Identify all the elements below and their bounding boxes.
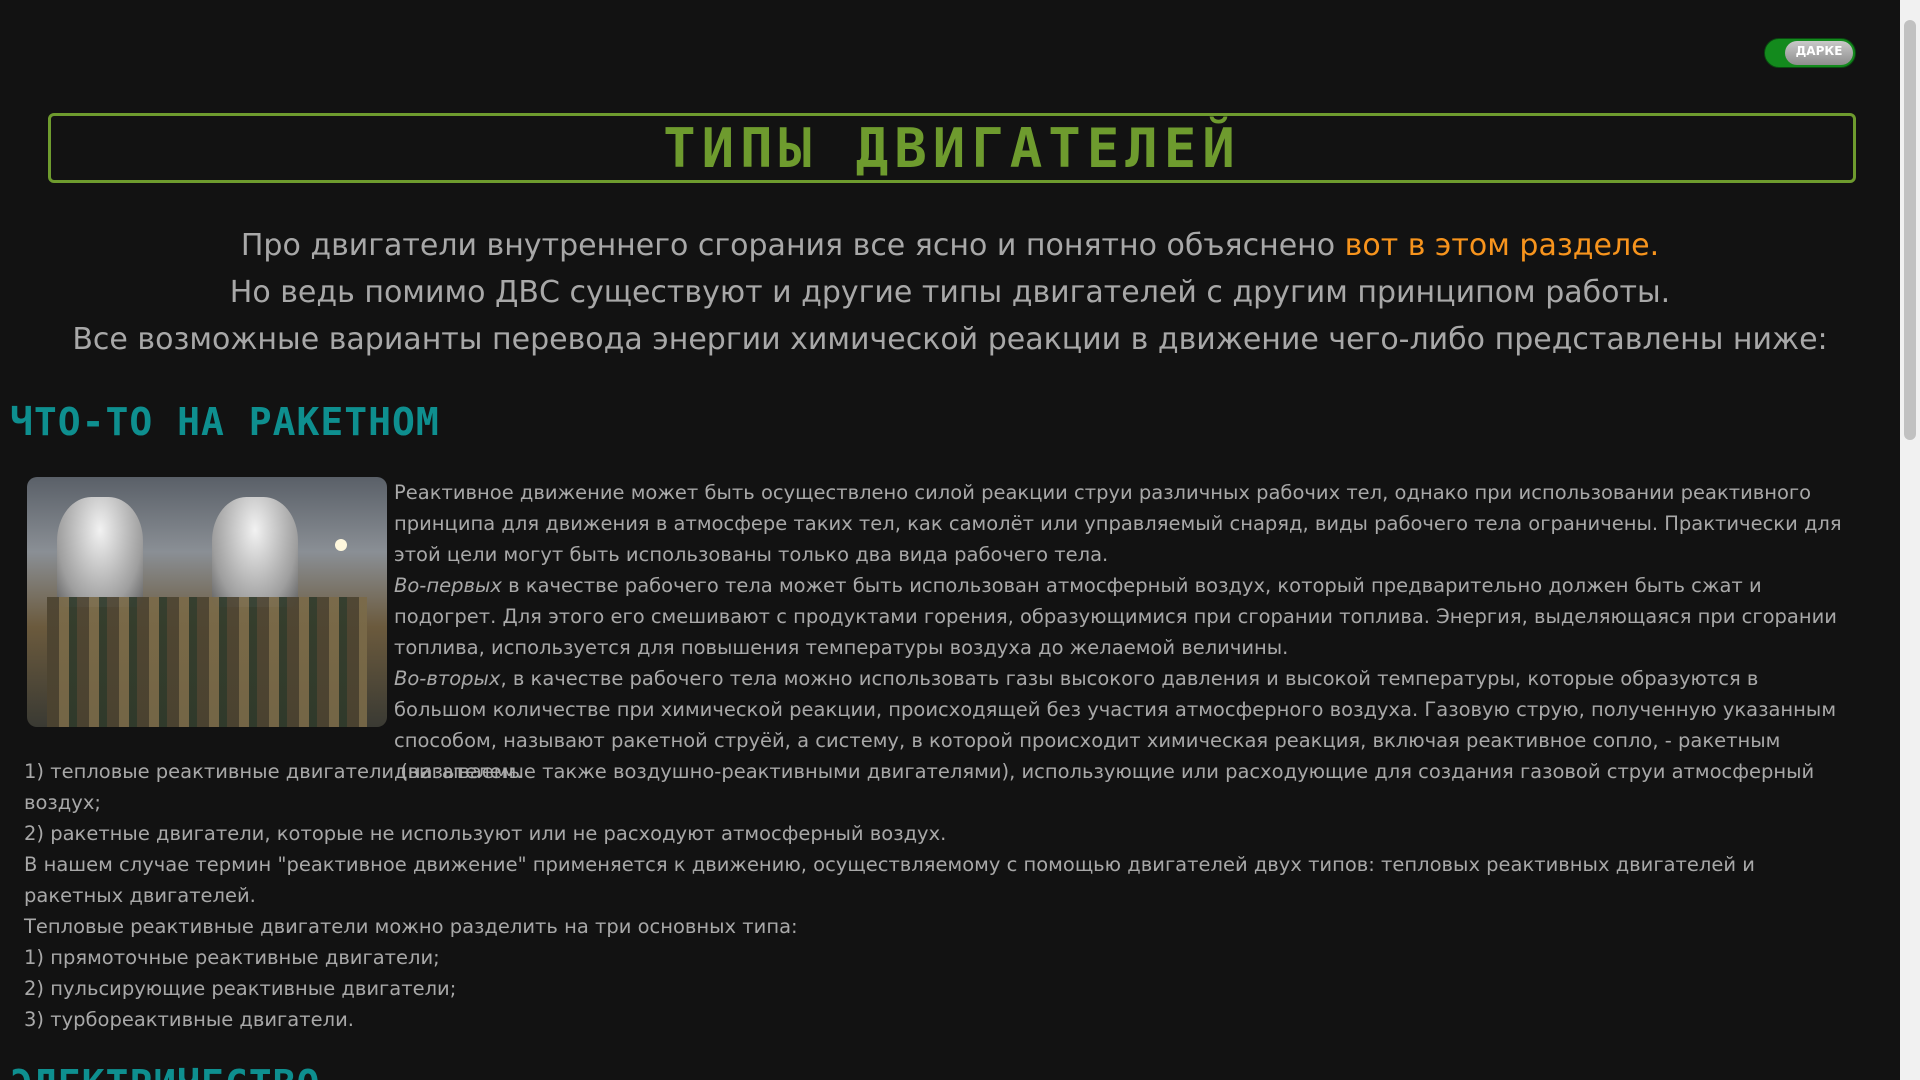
rocket-nozzle-shape <box>212 497 298 607</box>
section-heading-rocket: ЧТО-ТО НА РАКЕТНОМ <box>10 400 440 444</box>
intro-line-1: Про двигатели внутреннего сгорания все я… <box>0 222 1900 269</box>
paragraph: 2) пульсирующие реактивные двигатели; <box>24 977 457 1000</box>
rocket-nozzle-shape <box>57 497 143 607</box>
engine-body-shape <box>47 597 367 727</box>
rocket-text-full: 1) тепловые реактивные двигатели (называ… <box>24 756 1856 1035</box>
paragraph: Во-первых в качестве рабочего тела может… <box>394 570 1856 663</box>
intro-line-1-text: Про двигатели внутреннего сгорания все я… <box>240 228 1345 263</box>
paragraph: 3) турбореактивные двигатели. <box>24 1008 354 1031</box>
rocket-engine-image <box>27 477 387 727</box>
page: ДАРКЕ ТИПЫ ДВИГАТЕЛЕЙ Про двигатели внут… <box>0 0 1900 1080</box>
lamp-shape <box>335 539 347 551</box>
intro-line-2: Но ведь помимо ДВС существуют и другие т… <box>229 275 1671 310</box>
page-title-box: ТИПЫ ДВИГАТЕЛЕЙ <box>48 113 1856 183</box>
ice-section-link[interactable]: вот в этом разделе. <box>1345 228 1659 263</box>
page-title: ТИПЫ ДВИГАТЕЛЕЙ <box>663 116 1241 180</box>
theme-toggle[interactable]: ДАРКЕ <box>1764 38 1856 68</box>
emphasis: Во-первых <box>394 574 502 597</box>
emphasis: Во-вторых <box>394 667 501 690</box>
paragraph: Реактивное движение может быть осуществл… <box>394 481 1842 566</box>
theme-toggle-label: ДАРКЕ <box>1785 41 1853 65</box>
paragraph-text: в качестве рабочего тела может быть испо… <box>394 574 1837 659</box>
rocket-text-wrapped: Реактивное движение может быть осуществл… <box>394 477 1856 787</box>
paragraph: 1) прямоточные реактивные двигатели; <box>24 946 440 969</box>
paragraph: 2) ракетные двигатели, которые не исполь… <box>24 822 947 845</box>
paragraph: 1) тепловые реактивные двигатели (называ… <box>24 760 1815 814</box>
intro: Про двигатели внутреннего сгорания все я… <box>0 222 1900 363</box>
intro-line-3: Все возможные варианты перевода энергии … <box>72 322 1828 357</box>
scrollbar-thumb[interactable] <box>1904 20 1916 440</box>
section-heading-next: ЭЛЕКТРИЧЕСТВО <box>10 1062 320 1080</box>
page-scrollbar[interactable] <box>1900 0 1920 1080</box>
paragraph: В нашем случае термин "реактивное движен… <box>24 853 1755 907</box>
paragraph: Тепловые реактивные двигатели можно разд… <box>24 915 798 938</box>
